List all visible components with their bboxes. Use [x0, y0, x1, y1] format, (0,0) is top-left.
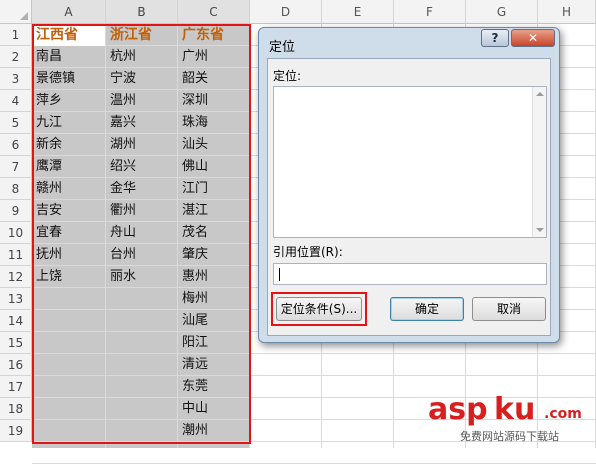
dialog-title: 定位: [269, 40, 296, 55]
row-header-8[interactable]: 8: [0, 178, 32, 200]
row-header-4[interactable]: 4: [0, 90, 32, 112]
reference-input[interactable]: [273, 263, 547, 285]
row-header-9[interactable]: 9: [0, 200, 32, 222]
select-all-corner[interactable]: [0, 0, 32, 24]
listbox-scrollbar[interactable]: [532, 87, 546, 237]
goto-label: 定位:: [273, 69, 302, 83]
row-header-15[interactable]: 15: [0, 332, 32, 354]
row-header-7[interactable]: 7: [0, 156, 32, 178]
row-header-2[interactable]: 2: [0, 46, 32, 68]
row-header-5[interactable]: 5: [0, 112, 32, 134]
column-header-g[interactable]: G: [466, 0, 538, 24]
help-button[interactable]: ?: [481, 29, 509, 47]
cancel-button[interactable]: 取消: [472, 297, 546, 321]
row-header-11[interactable]: 11: [0, 244, 32, 266]
scroll-down-icon[interactable]: [536, 228, 544, 232]
column-header-f[interactable]: F: [394, 0, 466, 24]
row-header-3[interactable]: 3: [0, 68, 32, 90]
column-header-e[interactable]: E: [322, 0, 394, 24]
ok-button[interactable]: 确定: [390, 297, 464, 321]
watermark-suffix: .com: [544, 406, 582, 422]
text-caret: [279, 268, 280, 281]
watermark-subtitle: 免费网站源码下载站: [460, 430, 559, 443]
column-header-d[interactable]: D: [250, 0, 322, 24]
goto-listbox[interactable]: [273, 86, 547, 238]
row-header-10[interactable]: 10: [0, 222, 32, 244]
close-button[interactable]: ✕: [511, 29, 555, 47]
row-header-6[interactable]: 6: [0, 134, 32, 156]
highlight-box: [32, 24, 251, 444]
column-header-h[interactable]: H: [538, 0, 596, 24]
row-header-17[interactable]: 17: [0, 376, 32, 398]
row-header-16[interactable]: 16: [0, 354, 32, 376]
row-header-12[interactable]: 12: [0, 266, 32, 288]
dialog-body: 定位: 引用位置(R): 定位条件(S)... 确定 取消: [267, 58, 551, 336]
reference-label: 引用位置(R):: [273, 245, 343, 259]
row-header-14[interactable]: 14: [0, 310, 32, 332]
row-header-1[interactable]: 1: [0, 24, 32, 46]
watermark-ku: ku: [494, 392, 536, 427]
goto-dialog: 定位 ? ✕ 定位: 引用位置(R): 定位条件(S)... 确定 取消: [258, 27, 560, 343]
column-header-c[interactable]: C: [178, 0, 250, 24]
row-header-18[interactable]: 18: [0, 398, 32, 420]
special-button-highlight: [271, 292, 367, 326]
column-header-a[interactable]: A: [32, 0, 106, 24]
column-header-b[interactable]: B: [106, 0, 178, 24]
scroll-up-icon[interactable]: [536, 92, 544, 96]
watermark: asp ku .com 免费网站源码下载站: [412, 388, 596, 448]
row-header-19[interactable]: 19: [0, 420, 32, 442]
watermark-asp: asp: [428, 392, 488, 427]
row-header-13[interactable]: 13: [0, 288, 32, 310]
